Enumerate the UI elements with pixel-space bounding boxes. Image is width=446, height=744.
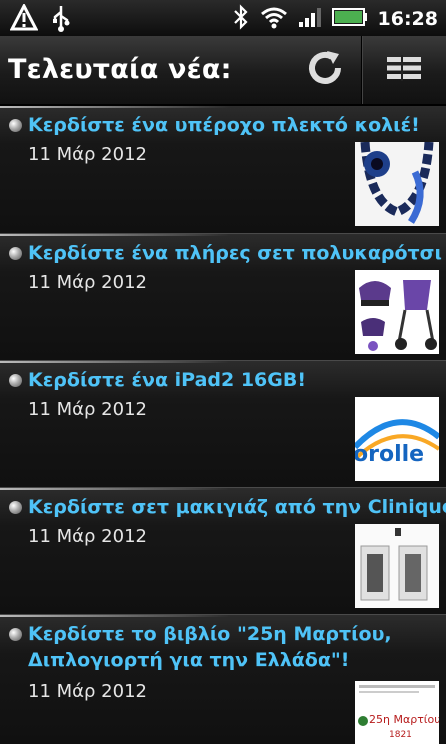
usb-icon	[50, 4, 72, 36]
item-date: 11 Μάρ 2012	[28, 272, 147, 293]
bluetooth-icon	[232, 4, 250, 34]
list-item[interactable]: Κερδίστε ένα υπέροχο πλεκτό κολιέ! 11 Μά…	[0, 106, 446, 233]
list-menu-icon	[386, 55, 422, 85]
item-date: 11 Μάρ 2012	[28, 526, 147, 547]
item-thumbnail-stroller	[355, 270, 439, 354]
refresh-icon	[305, 48, 345, 92]
thumb-logo-text: orolle	[355, 442, 424, 467]
thumb-book-title: 25η Μαρτίου	[369, 713, 439, 726]
refresh-button[interactable]	[290, 36, 360, 104]
item-title[interactable]: Κερδίστε σετ μακιγιάζ από την Clinique!	[28, 494, 446, 520]
list-item[interactable]: Κερδίστε ένα iPad2 16GB! 11 Μάρ 2012 oro…	[0, 360, 446, 487]
news-list[interactable]: Κερδίστε ένα υπέροχο πλεκτό κολιέ! 11 Μά…	[0, 106, 446, 744]
page-title: Τελευταία νέα:	[8, 54, 232, 85]
bullet-icon	[9, 501, 22, 514]
item-date: 11 Μάρ 2012	[28, 399, 147, 420]
warning-icon	[9, 2, 39, 36]
item-date: 11 Μάρ 2012	[28, 144, 147, 165]
item-title[interactable]: Κερδίστε ένα πλήρες σετ πολυκαρότσι !	[28, 240, 446, 266]
item-title[interactable]: Κερδίστε το βιβλίο "25η Μαρτίου, Διπλογι…	[28, 621, 444, 673]
clock: 16:28	[377, 8, 438, 30]
battery-icon	[331, 7, 368, 31]
item-title[interactable]: Κερδίστε ένα υπέροχο πλεκτό κολιέ!	[28, 112, 444, 138]
item-thumbnail-logo: orolle	[355, 397, 439, 481]
bullet-icon	[9, 119, 22, 132]
signal-icon	[298, 6, 322, 32]
item-title[interactable]: Κερδίστε ένα iPad2 16GB!	[28, 367, 444, 393]
list-item[interactable]: Κερδίστε ένα πλήρες σετ πολυκαρότσι ! 11…	[0, 233, 446, 360]
thumb-book-year: 1821	[389, 730, 412, 740]
item-thumbnail-book: 25η Μαρτίου 1821	[355, 681, 439, 744]
bullet-icon	[9, 628, 22, 641]
app-header: Τελευταία νέα:	[0, 36, 446, 106]
bullet-icon	[9, 247, 22, 260]
menu-button[interactable]	[361, 36, 446, 104]
list-item[interactable]: Κερδίστε σετ μακιγιάζ από την Clinique! …	[0, 487, 446, 614]
bullet-icon	[9, 374, 22, 387]
status-bar: 16:28	[0, 0, 446, 36]
item-date: 11 Μάρ 2012	[28, 681, 147, 702]
list-item[interactable]: Κερδίστε το βιβλίο "25η Μαρτίου, Διπλογι…	[0, 614, 446, 744]
wifi-icon	[260, 5, 288, 33]
item-thumbnail-necklace	[355, 142, 439, 226]
item-thumbnail-makeup	[355, 524, 439, 608]
